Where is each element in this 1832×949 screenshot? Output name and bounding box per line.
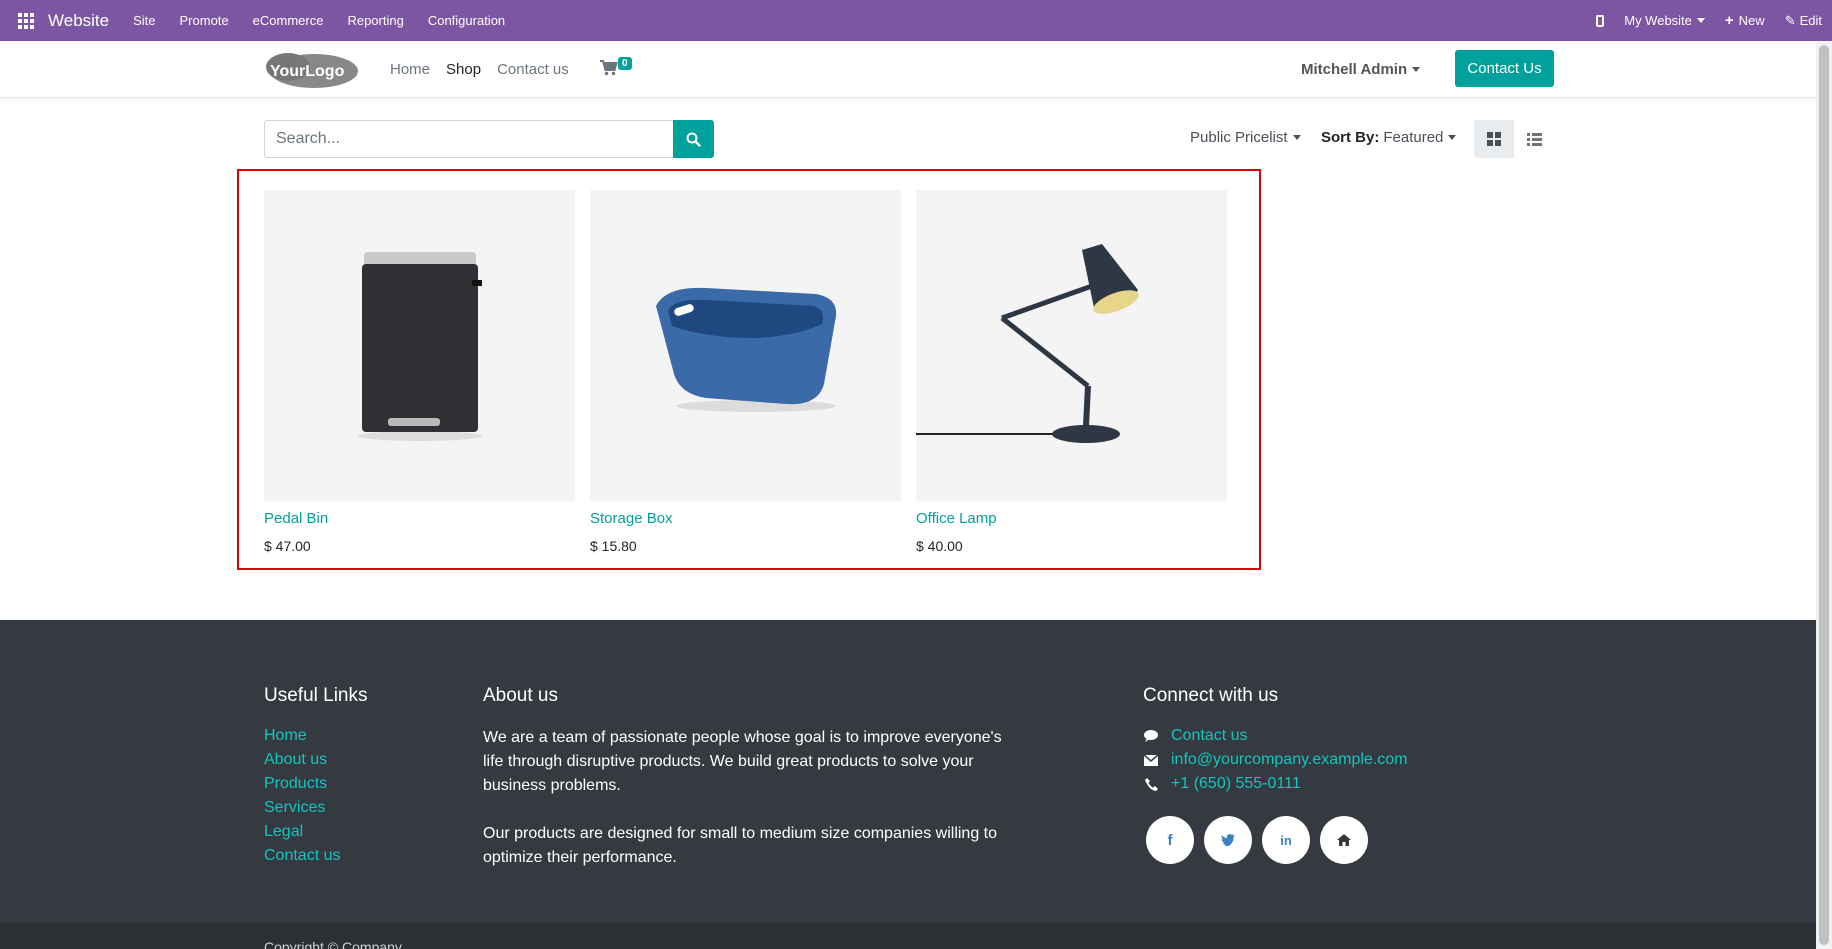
mobile-icon <box>1596 14 1605 27</box>
linkedin-icon: in <box>1280 832 1292 848</box>
home-button[interactable] <box>1320 816 1368 864</box>
nav-contact-us[interactable]: Contact us <box>497 61 569 78</box>
user-name: Mitchell Admin <box>1301 61 1408 78</box>
connect-contact-us[interactable]: Contact us <box>1143 726 1408 746</box>
linkedin-button[interactable]: in <box>1262 816 1310 864</box>
connect-email-label: info@yourcompany.example.com <box>1171 751 1408 768</box>
menu-configuration[interactable]: Configuration <box>428 13 505 28</box>
twitter-icon <box>1221 834 1235 846</box>
product-card-storage-box: Storage Box $ 15.80 <box>590 190 901 554</box>
comment-icon <box>1143 730 1159 742</box>
footer-link-about-us[interactable]: About us <box>264 750 340 770</box>
storage-box-image <box>655 287 836 412</box>
office-lamp-image <box>916 244 1139 443</box>
footer-link-legal[interactable]: Legal <box>264 822 340 842</box>
footer-link-home[interactable]: Home <box>264 726 340 746</box>
menu-promote[interactable]: Promote <box>180 13 229 28</box>
product-price: $ 15.80 <box>590 538 637 554</box>
caret-down-icon <box>1696 18 1705 23</box>
scrollbar-thumb[interactable] <box>1819 45 1829 945</box>
about-us-text: We are a team of passionate people whose… <box>483 726 1013 894</box>
cart-icon[interactable] <box>600 60 618 76</box>
product-name[interactable]: Office Lamp <box>916 510 1227 527</box>
new-button-label: New <box>1738 13 1765 28</box>
company-logo[interactable]: YourLogo <box>264 50 358 90</box>
grid-icon <box>1487 132 1501 146</box>
cart-count-badge: 0 <box>618 57 632 70</box>
footer-link-products[interactable]: Products <box>264 774 340 794</box>
edit-button[interactable]: ✎ Edit <box>1785 13 1822 29</box>
caret-down-icon <box>1292 135 1301 140</box>
footer-link-services[interactable]: Services <box>264 798 340 818</box>
product-name[interactable]: Storage Box <box>590 510 901 527</box>
connect-phone[interactable]: +1 (650) 555-0111 <box>1143 774 1408 794</box>
mobile-preview-button[interactable] <box>1596 14 1605 27</box>
social-links: f in <box>1146 816 1378 864</box>
sort-dropdown[interactable]: Sort By: Featured <box>1321 129 1457 146</box>
nav-home[interactable]: Home <box>390 61 430 78</box>
website-switcher-label: My Website <box>1624 13 1692 28</box>
phone-icon <box>1143 777 1159 791</box>
about-us-title: About us <box>483 685 558 706</box>
about-paragraph-1: We are a team of passionate people whose… <box>483 729 1002 794</box>
search-icon <box>686 132 701 147</box>
page-scrollbar[interactable] <box>1816 41 1832 949</box>
site-header: YourLogo Home Shop Contact us 0 Mitchell… <box>0 41 1816 98</box>
pricelist-label: Public Pricelist <box>1190 129 1288 146</box>
product-image[interactable] <box>264 190 575 501</box>
connect-contact-label: Contact us <box>1171 727 1248 744</box>
facebook-button[interactable]: f <box>1146 816 1194 864</box>
product-price: $ 47.00 <box>264 538 311 554</box>
user-menu[interactable]: Mitchell Admin <box>1301 61 1421 78</box>
list-view-button[interactable] <box>1514 120 1554 158</box>
connect-list: Contact us info@yourcompany.example.com … <box>1143 726 1408 798</box>
connect-email[interactable]: info@yourcompany.example.com <box>1143 750 1408 770</box>
menu-ecommerce[interactable]: eCommerce <box>253 13 324 28</box>
pencil-icon: ✎ <box>1784 12 1796 28</box>
useful-links-title: Useful Links <box>264 685 368 706</box>
useful-links-list: Home About us Products Services Legal Co… <box>264 726 340 870</box>
search-input[interactable] <box>264 120 674 158</box>
site-footer: Useful Links Home About us Products Serv… <box>0 620 1816 949</box>
product-image[interactable] <box>916 190 1227 501</box>
edit-button-label: Edit <box>1799 13 1822 28</box>
twitter-button[interactable] <box>1204 816 1252 864</box>
caret-down-icon <box>1448 135 1457 140</box>
connect-phone-label: +1 (650) 555-0111 <box>1171 775 1301 792</box>
admin-navbar: Website Site Promote eCommerce Reporting… <box>0 0 1832 41</box>
list-icon <box>1526 132 1542 146</box>
search-button[interactable] <box>673 120 714 158</box>
copyright-text: Copyright © Company <box>264 939 402 949</box>
envelope-icon <box>1143 754 1159 766</box>
sort-value: Featured <box>1383 129 1444 146</box>
contact-us-button[interactable]: Contact Us <box>1455 50 1554 87</box>
apps-menu-icon[interactable] <box>14 9 38 33</box>
logo-text: YourLogo <box>270 63 345 80</box>
product-name[interactable]: Pedal Bin <box>264 510 575 527</box>
new-button[interactable]: + New <box>1725 13 1765 28</box>
product-card-pedal-bin: Pedal Bin $ 47.00 <box>264 190 575 554</box>
plus-icon: + <box>1724 12 1734 29</box>
pricelist-dropdown[interactable]: Public Pricelist <box>1190 129 1301 146</box>
product-price: $ 40.00 <box>916 538 963 554</box>
website-switcher[interactable]: My Website <box>1624 13 1705 28</box>
footer-link-contact-us[interactable]: Contact us <box>264 846 340 866</box>
product-image[interactable] <box>590 190 901 501</box>
facebook-icon: f <box>1167 831 1173 849</box>
connect-title: Connect with us <box>1143 685 1279 706</box>
pedal-bin-image <box>357 251 482 441</box>
home-icon <box>1337 834 1351 846</box>
sort-label: Sort By: <box>1321 129 1380 146</box>
about-paragraph-2: Our products are designed for small to m… <box>483 825 998 866</box>
grid-view-button[interactable] <box>1474 120 1514 158</box>
menu-site[interactable]: Site <box>133 13 155 28</box>
product-card-office-lamp: Office Lamp $ 40.00 <box>916 190 1227 554</box>
nav-shop[interactable]: Shop <box>446 61 481 78</box>
menu-reporting[interactable]: Reporting <box>347 13 403 28</box>
app-title[interactable]: Website <box>48 11 109 31</box>
caret-down-icon <box>1412 67 1421 72</box>
main-nav: Home Shop Contact us <box>390 61 585 78</box>
